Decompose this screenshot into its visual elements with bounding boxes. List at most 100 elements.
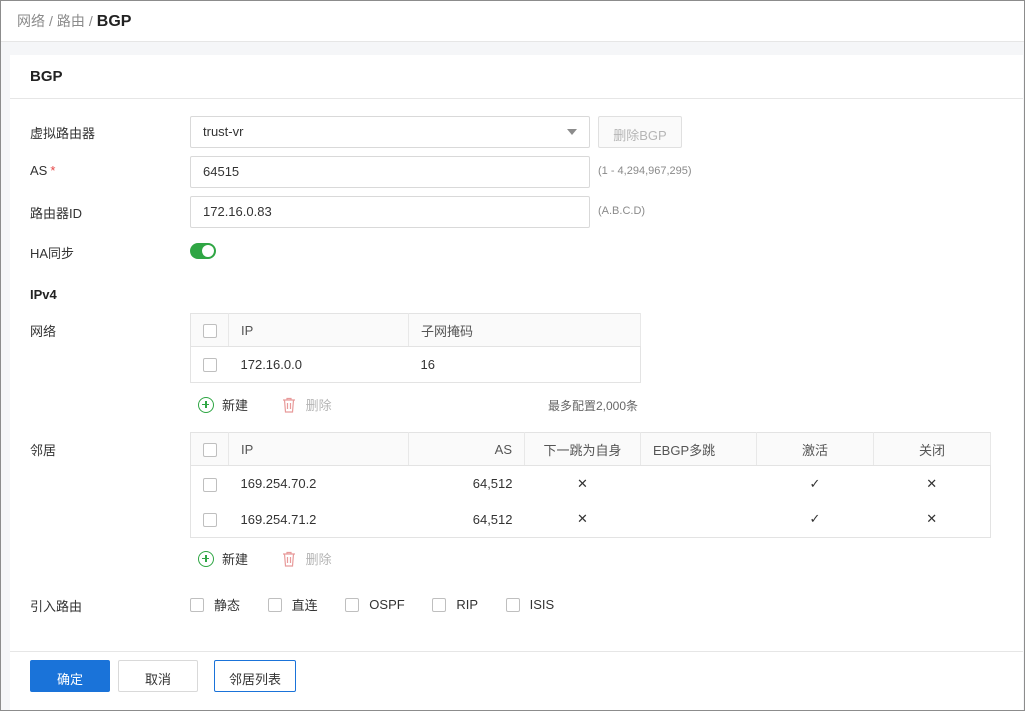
ha-sync-toggle[interactable] xyxy=(190,243,216,259)
option-label: 静态 xyxy=(214,598,241,613)
network-delete-button[interactable]: 删除 xyxy=(282,395,332,414)
network-add-button[interactable]: 新建 xyxy=(198,395,248,414)
column-header-ebgp-multihop: EBGP多跳 xyxy=(640,432,757,466)
neighbor-table: IP AS 下一跳为自身 EBGP多跳 激活 关闭 169.254.70.2 6… xyxy=(190,432,991,538)
redistribute-checkbox[interactable] xyxy=(345,597,360,612)
network-actions: 新建 删除 xyxy=(198,395,362,415)
cross-icon: ✕ xyxy=(926,511,938,527)
redistribute-label: 引入路由 xyxy=(30,599,83,614)
column-header-mask: 子网掩码 xyxy=(408,313,641,347)
breadcrumb-separator: / xyxy=(88,13,93,29)
row-select-cell xyxy=(191,347,229,383)
required-mark: * xyxy=(50,163,56,178)
redistribute-option-ospf[interactable]: OSPF xyxy=(345,597,405,612)
check-icon: ✓ xyxy=(809,475,821,491)
ha-sync-label: HA同步 xyxy=(30,246,75,261)
redistribute-checkbox[interactable] xyxy=(505,597,520,612)
network-limit-hint: 最多配置2,000条 xyxy=(548,399,639,413)
ipv4-section-title: IPv4 xyxy=(30,287,57,302)
router-id-hint: (A.B.C.D) xyxy=(598,205,646,217)
breadcrumb-item-route[interactable]: 路由 xyxy=(57,13,85,29)
select-all-cell xyxy=(190,432,229,466)
cell-mask: 16 xyxy=(420,357,435,372)
breadcrumb: 网络 / 路由 / BGP xyxy=(1,1,1024,42)
table-row[interactable]: 169.254.71.2 64,512 ✕ ✓ ✕ xyxy=(191,502,991,538)
neighbor-delete-button[interactable]: 删除 xyxy=(282,549,332,568)
cell-ip: 172.16.0.0 xyxy=(240,357,302,372)
bgp-panel: BGP 虚拟路由器 trust-vr 删除BGP AS * 64515 (1 - … xyxy=(10,55,1023,710)
option-label: RIP xyxy=(456,597,478,612)
row-checkbox[interactable] xyxy=(203,477,217,492)
router-id-value: 172.16.0.83 xyxy=(203,204,272,219)
cross-icon: ✕ xyxy=(577,511,588,527)
delete-label: 删除 xyxy=(305,552,332,567)
select-all-cell xyxy=(190,313,229,347)
cancel-button[interactable]: 取消 xyxy=(118,660,198,692)
cell-ebgp-multihop xyxy=(641,466,757,502)
table-row[interactable]: 169.254.70.2 64,512 ✕ ✓ ✕ xyxy=(191,466,991,502)
form-footer: 确定 取消 邻居列表 xyxy=(10,651,1023,710)
redistribute-option-rip[interactable]: RIP xyxy=(432,597,478,612)
caret-down-icon xyxy=(567,129,577,135)
add-label: 新建 xyxy=(222,398,249,413)
add-label: 新建 xyxy=(222,552,249,567)
check-icon: ✓ xyxy=(809,511,821,527)
cross-icon: ✕ xyxy=(577,475,588,491)
neighbor-add-button[interactable]: 新建 xyxy=(198,549,248,568)
trash-icon xyxy=(282,551,295,567)
cell-as: 64,512 xyxy=(472,511,513,527)
trash-icon xyxy=(282,397,295,413)
cell-ip: 169.254.71.2 xyxy=(240,511,317,527)
table-header-row: IP 子网掩码 xyxy=(190,313,641,347)
plus-circle-icon xyxy=(198,550,214,567)
toggle-knob xyxy=(202,245,214,257)
row-checkbox[interactable] xyxy=(203,513,217,528)
neighbor-actions: 新建 删除 xyxy=(198,549,362,569)
as-hint: (1 - 4,294,967,295) xyxy=(598,165,692,177)
neighbor-label: 邻居 xyxy=(30,443,57,458)
virtual-router-select[interactable]: trust-vr xyxy=(190,116,590,148)
neighbor-list-button[interactable]: 邻居列表 xyxy=(214,660,296,692)
option-label: OSPF xyxy=(369,597,405,612)
redistribute-option-connected[interactable]: 直连 xyxy=(267,595,318,614)
virtual-router-label: 虚拟路由器 xyxy=(30,126,96,141)
breadcrumb-item-network[interactable]: 网络 xyxy=(17,13,45,29)
row-select-cell xyxy=(191,502,229,538)
column-header-ip: IP xyxy=(228,313,409,347)
table-header-row: IP AS 下一跳为自身 EBGP多跳 激活 关闭 xyxy=(190,432,991,466)
row-select-cell xyxy=(191,466,229,502)
option-label: 直连 xyxy=(291,598,318,613)
redistribute-checkbox[interactable] xyxy=(432,597,447,612)
column-header-as: AS xyxy=(408,432,525,466)
network-table: IP 子网掩码 172.16.0.0 16 xyxy=(190,313,641,383)
panel-title: BGP xyxy=(10,55,1023,99)
cell-as: 64,512 xyxy=(472,476,513,492)
virtual-router-value: trust-vr xyxy=(203,124,244,139)
delete-bgp-button[interactable]: 删除BGP xyxy=(598,116,682,148)
option-label: ISIS xyxy=(529,597,555,612)
app-frame: 网络 / 路由 / BGP BGP 虚拟路由器 trust-vr 删除BGP AS * 6… xyxy=(0,0,1025,711)
router-id-input[interactable]: 172.16.0.83 xyxy=(190,196,590,228)
table-row[interactable]: 172.16.0.0 16 xyxy=(191,347,641,383)
select-all-checkbox[interactable] xyxy=(203,442,217,457)
as-label-text: AS xyxy=(30,163,48,178)
confirm-button[interactable]: 确定 xyxy=(30,660,110,692)
redistribute-option-isis[interactable]: ISIS xyxy=(505,597,555,612)
as-label: AS * xyxy=(30,163,55,178)
redistribute-option-static[interactable]: 静态 xyxy=(190,595,240,614)
column-header-next-hop-self: 下一跳为自身 xyxy=(524,432,641,466)
breadcrumb-separator: / xyxy=(49,13,53,29)
plus-circle-icon xyxy=(198,396,214,413)
redistribute-checkbox[interactable] xyxy=(190,597,204,612)
select-all-checkbox[interactable] xyxy=(203,323,217,338)
as-input-value: 64515 xyxy=(203,164,240,179)
row-checkbox[interactable] xyxy=(203,358,217,373)
breadcrumb-current: BGP xyxy=(96,13,132,30)
router-id-label: 路由器ID xyxy=(30,206,83,221)
as-input[interactable]: 64515 xyxy=(190,156,590,188)
redistribute-checkbox[interactable] xyxy=(267,597,282,612)
column-header-ip: IP xyxy=(228,432,409,466)
column-header-active: 激活 xyxy=(756,432,874,466)
redistribute-options: 静态 直连 OSPF RIP ISIS xyxy=(190,595,578,615)
cross-icon: ✕ xyxy=(926,475,938,491)
